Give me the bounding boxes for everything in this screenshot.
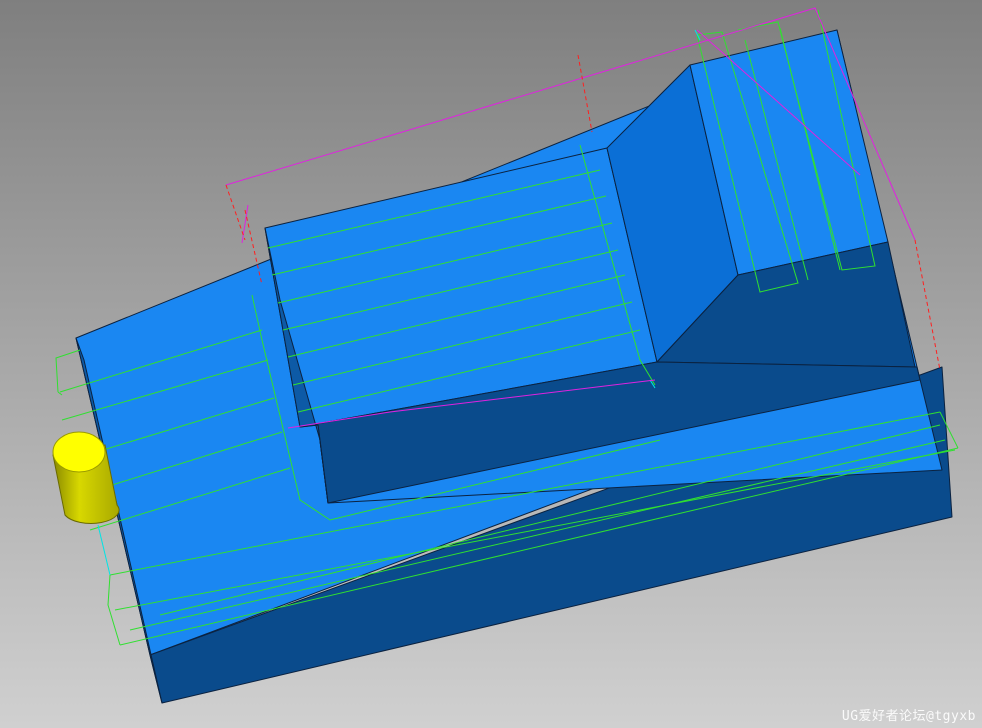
graphics-viewport[interactable] bbox=[0, 0, 982, 728]
tool-top bbox=[52, 431, 106, 473]
watermark-text: UG爱好者论坛@tgyxb bbox=[841, 709, 976, 724]
